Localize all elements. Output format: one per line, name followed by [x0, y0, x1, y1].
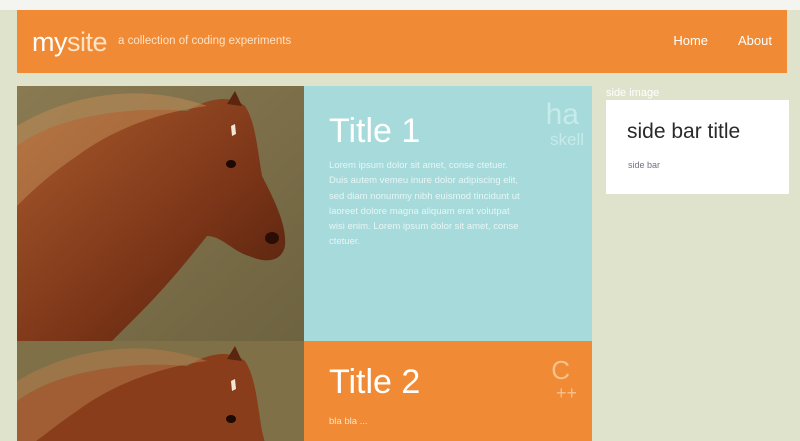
- sidebar-text: side bar: [628, 160, 661, 170]
- site-tagline: a collection of coding experiments: [118, 35, 292, 47]
- post-excerpt: bla bla ...: [329, 416, 368, 427]
- browser-top-strip: [0, 0, 800, 10]
- post-tag-line1: ha: [545, 98, 579, 131]
- post-tag-line2: skell: [549, 130, 584, 149]
- side-image-label: side image: [606, 87, 660, 99]
- sidebar-card: side bar title side bar: [606, 100, 789, 194]
- post-tag-line2: ++: [555, 383, 577, 403]
- post-title[interactable]: Title 2: [329, 363, 420, 402]
- site-header: mysite a collection of coding experiment…: [17, 10, 787, 73]
- post-panel-1: ha skell Title 1 Lorem ipsum dolor sit a…: [304, 86, 592, 341]
- post-title[interactable]: Title 1: [329, 112, 420, 151]
- post-card-2[interactable]: C ++ Title 2 bla bla ...: [17, 341, 592, 441]
- sidebar-title: side bar title: [627, 120, 741, 143]
- post-excerpt: Lorem ipsum dolor sit amet, conse ctetue…: [329, 160, 520, 248]
- horse-painting-image: [17, 86, 304, 341]
- post-tag-line1: C: [551, 355, 570, 385]
- post-panel-2: C ++ Title 2 bla bla ...: [304, 341, 592, 441]
- horse-painting-image: [17, 341, 304, 441]
- site-logo[interactable]: mysite: [32, 27, 108, 57]
- main-nav: Home About: [673, 33, 787, 48]
- logo-part-site: site: [67, 27, 108, 57]
- nav-link-about[interactable]: About: [738, 33, 772, 48]
- nav-link-home[interactable]: Home: [673, 33, 708, 48]
- post-card-1[interactable]: ha skell Title 1 Lorem ipsum dolor sit a…: [17, 86, 592, 341]
- logo-part-my: my: [32, 27, 68, 57]
